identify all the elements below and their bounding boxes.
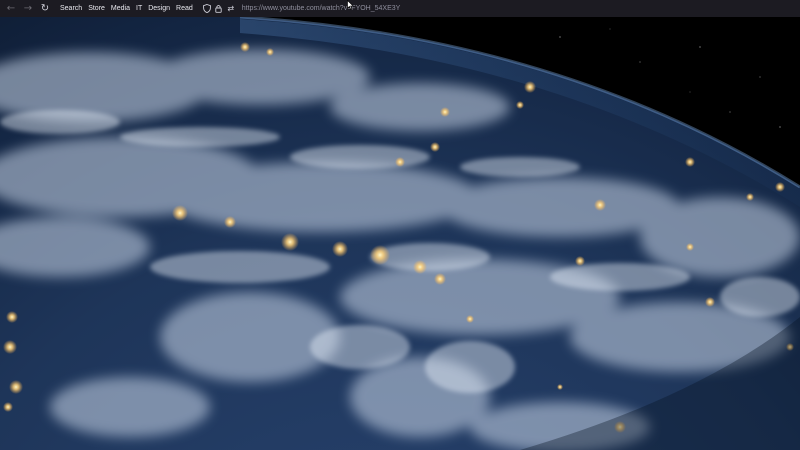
- back-icon[interactable]: ←: [4, 2, 18, 16]
- lock-icon[interactable]: [214, 2, 224, 16]
- bookmark-design[interactable]: Design: [148, 5, 170, 12]
- bookmark-it[interactable]: IT: [136, 5, 142, 12]
- mouse-cursor-icon: [347, 0, 354, 10]
- video-earth-from-space[interactable]: [0, 17, 800, 450]
- bookmark-store[interactable]: Store: [88, 5, 105, 12]
- forward-icon[interactable]: →: [21, 2, 35, 16]
- bookmark-read[interactable]: Read: [176, 5, 193, 12]
- bookmark-search[interactable]: Search: [60, 5, 82, 12]
- bookmark-media[interactable]: Media: [111, 5, 130, 12]
- browser-toolbar: ← → ↻ Search Store Media IT Design Read …: [0, 0, 800, 17]
- bookmarks-bar: Search Store Media IT Design Read: [57, 5, 196, 12]
- permissions-icon[interactable]: ⇄: [226, 2, 236, 16]
- url-field[interactable]: https://www.youtube.com/watch?v=FYOH_54X…: [242, 5, 401, 12]
- reload-icon[interactable]: ↻: [38, 2, 52, 16]
- shield-icon[interactable]: [202, 2, 212, 16]
- url-bar-icons: ⇄: [202, 2, 238, 16]
